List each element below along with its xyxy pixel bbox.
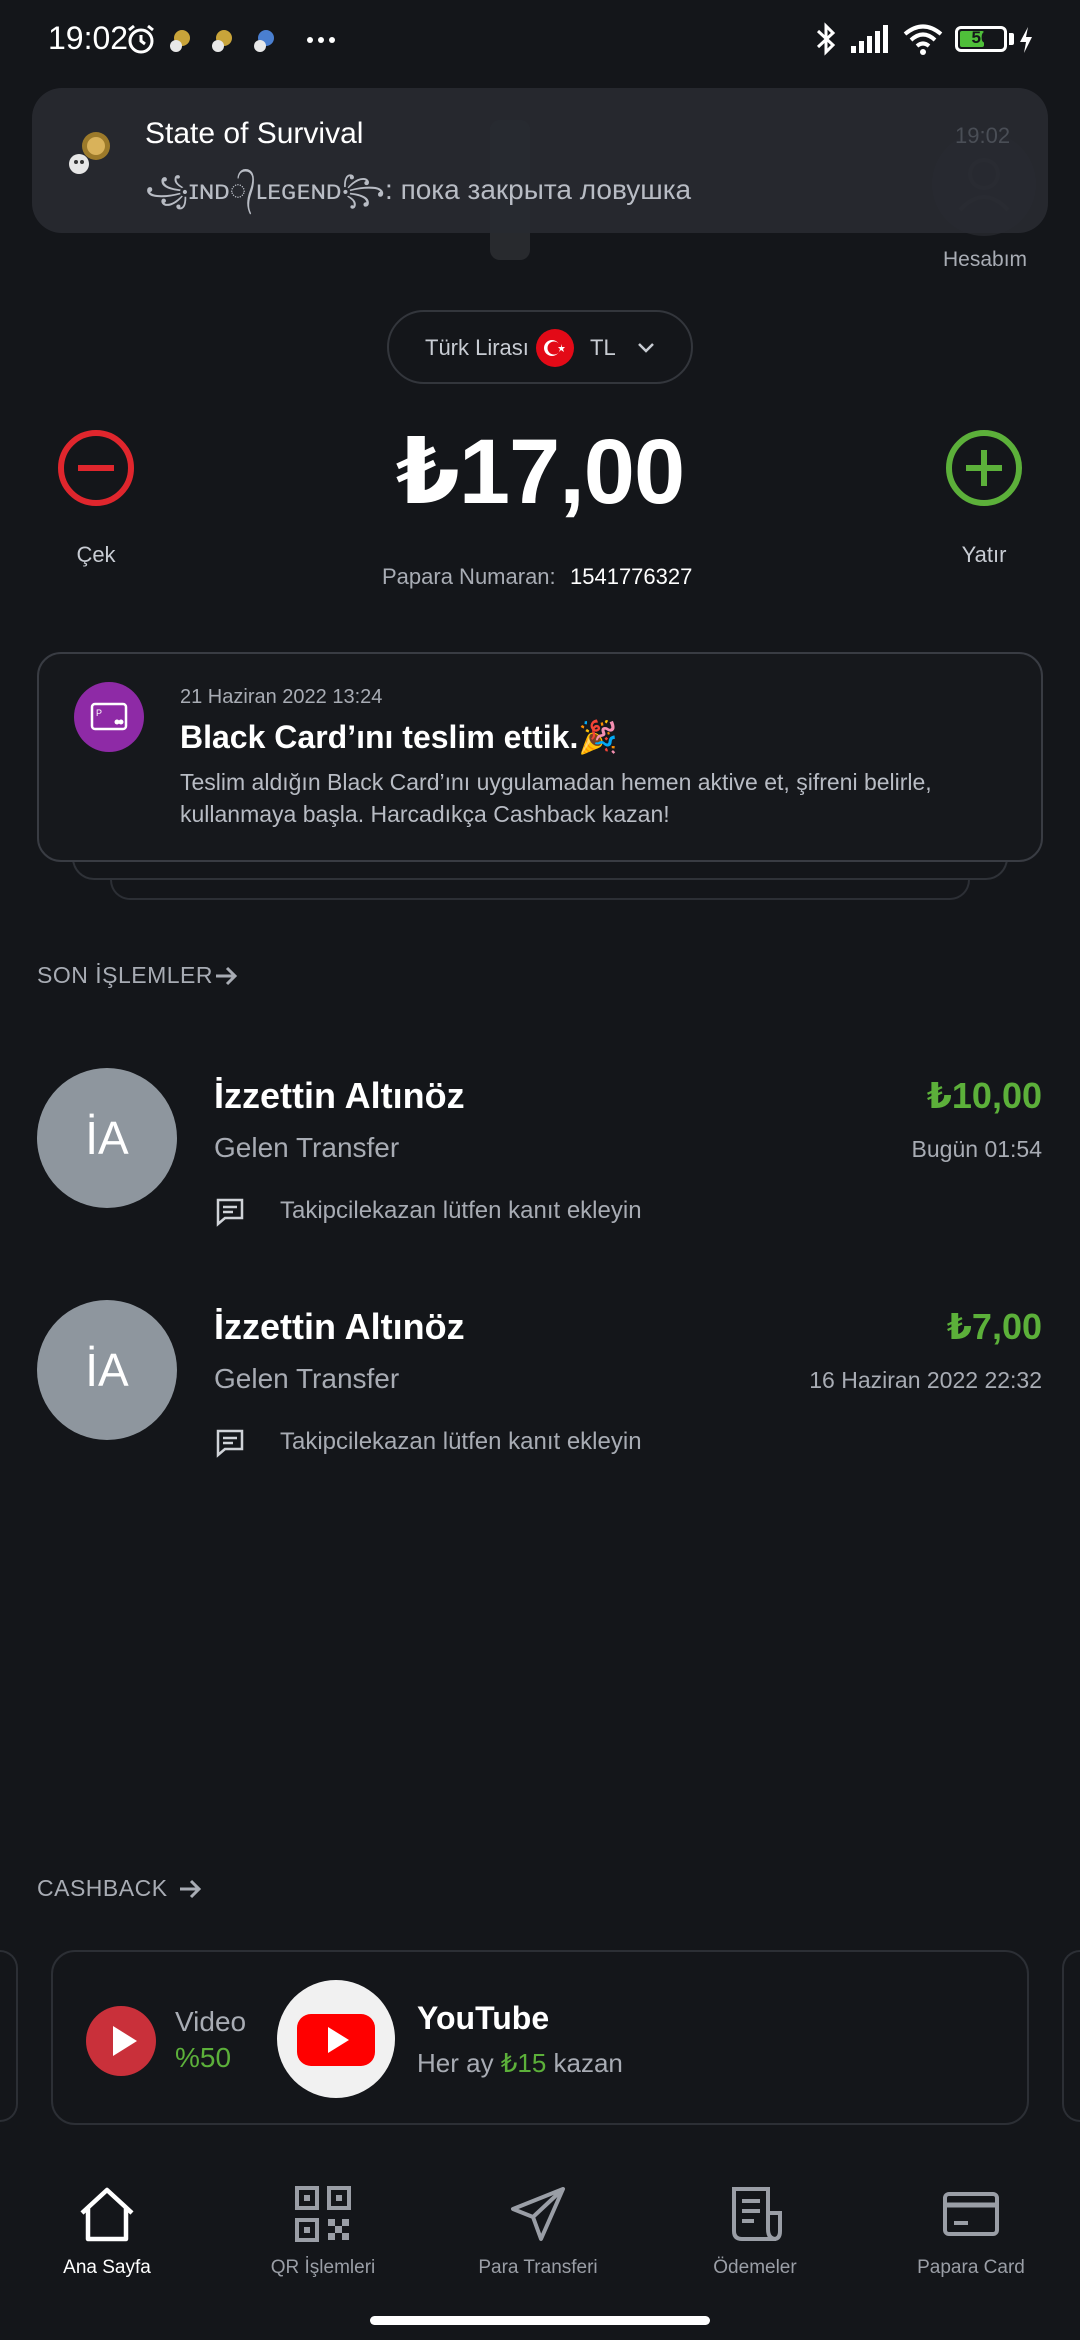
papara-number[interactable]: 1541776327: [570, 564, 692, 590]
recent-transactions-title[interactable]: SON İŞLEMLER: [37, 962, 213, 989]
transaction-date: Bugün 01:54: [911, 1136, 1042, 1162]
papara-number-label: Papara Numaran:: [382, 564, 556, 589]
more-dots-icon: [307, 37, 335, 43]
cashback-percent: %50: [175, 2042, 232, 2073]
cashback-offer-amount: ₺15: [500, 2048, 547, 2078]
minus-circle-icon: [58, 430, 134, 506]
transaction-name: İzzettin Altınöz: [214, 1306, 465, 1347]
balance-amount: ₺17,00: [395, 421, 685, 523]
arrow-right-icon[interactable]: [176, 1875, 204, 1903]
nav-transfer[interactable]: Para Transferi: [463, 2185, 613, 2279]
nav-qr[interactable]: QR İşlemleri: [248, 2185, 398, 2279]
transaction-note: Takipcilekazan lütfen kanıt ekleyin: [280, 1197, 642, 1224]
notification-message: ꧁ɪɴᴅ᭄ʟᴇɢᴇɴᴅ꧂: пока закрыта ловушка: [145, 174, 692, 205]
arrow-right-icon[interactable]: [212, 962, 240, 990]
video-play-icon: [86, 2006, 156, 2076]
withdraw-button[interactable]: [56, 428, 136, 508]
nav-label: Papara Card: [917, 2257, 1025, 2278]
announcement-body: Teslim aldığın Black Card’ını uygulamada…: [180, 769, 932, 827]
deposit-button[interactable]: [944, 428, 1024, 508]
qr-icon: [295, 2186, 351, 2242]
cashback-brand: YouTube: [417, 2000, 550, 2036]
announcement-date: 21 Haziran 2022 13:24: [180, 686, 383, 708]
card-icon: [943, 2192, 999, 2236]
battery-icon: 56: [955, 26, 1007, 52]
comment-icon: [216, 1198, 244, 1227]
currency-name: Türk Lirası: [425, 335, 529, 360]
home-indicator[interactable]: [370, 2316, 710, 2325]
cashback-card-next[interactable]: [1062, 1950, 1080, 2122]
transaction-note: Takipcilekazan lütfen kanıt ekleyin: [280, 1428, 642, 1455]
account-label[interactable]: Hesabım: [920, 248, 1050, 272]
cashback-title[interactable]: CASHBACK: [37, 1875, 168, 1902]
comment-icon: [216, 1429, 244, 1458]
announcement-title: Black Card’ını teslim ettik.🎉: [180, 719, 619, 755]
deposit-label[interactable]: Yatır: [928, 542, 1040, 568]
app-notification-icon: [212, 30, 232, 52]
transaction-date: 16 Haziran 2022 22:32: [809, 1367, 1042, 1393]
alarm-icon: [128, 24, 154, 54]
battery-tip: [1009, 33, 1014, 45]
plus-circle-icon: [946, 430, 1022, 506]
app-notification-icon: [254, 30, 274, 52]
notification-time: 19:02: [955, 123, 1011, 148]
cashback-card-prev[interactable]: [0, 1950, 18, 2122]
cashback-offer-prefix: Her ay: [417, 2048, 494, 2078]
wifi-icon: [903, 24, 943, 55]
charging-icon: [1020, 27, 1032, 53]
nav-label: QR İşlemleri: [270, 2257, 376, 2278]
youtube-logo-icon: [277, 1980, 395, 2098]
transaction-amount: ₺10,00: [926, 1075, 1042, 1116]
bluetooth-icon: [816, 22, 836, 56]
nav-home[interactable]: Ana Sayfa: [32, 2185, 182, 2279]
nav-label: Ana Sayfa: [63, 2257, 151, 2278]
transaction-type: Gelen Transfer: [214, 1363, 400, 1394]
turkey-flag-icon: [536, 329, 574, 367]
nav-card[interactable]: Papara Card: [896, 2185, 1046, 2279]
nav-label: Para Transferi: [478, 2257, 598, 2278]
chevron-down-icon: [638, 343, 654, 353]
home-icon: [80, 2187, 134, 2242]
signal-icon: [851, 25, 888, 53]
status-time: 19:02: [48, 20, 129, 56]
transaction-type: Gelen Transfer: [214, 1132, 400, 1163]
app-notification-icon: [170, 30, 190, 52]
withdraw-label[interactable]: Çek: [40, 542, 152, 568]
announcement-card[interactable]: [37, 652, 1043, 862]
app-notification-icon: [69, 132, 110, 174]
battery-percent: 56: [971, 28, 991, 47]
nav-payments[interactable]: Ödemeler: [680, 2185, 830, 2279]
svg-text:P: P: [96, 708, 102, 718]
avatar: İA: [37, 1300, 177, 1440]
video-category-label: Video: [175, 2006, 247, 2037]
status-bar: 19:02 56: [0, 0, 1080, 80]
cashback-offer: Her ay ₺15 kazan: [417, 2048, 623, 2079]
send-icon: [511, 2187, 565, 2241]
avatar: İA: [37, 1068, 177, 1208]
transaction-name: İzzettin Altınöz: [214, 1075, 465, 1116]
notification-title: State of Survival: [145, 117, 364, 150]
cashback-offer-suffix: kazan: [553, 2048, 623, 2078]
bill-icon: [732, 2187, 782, 2241]
papara-card-icon: P: [74, 682, 144, 752]
currency-code: TL: [590, 335, 616, 360]
nav-label: Ödemeler: [713, 2257, 797, 2278]
transaction-amount: ₺7,00: [946, 1306, 1042, 1347]
